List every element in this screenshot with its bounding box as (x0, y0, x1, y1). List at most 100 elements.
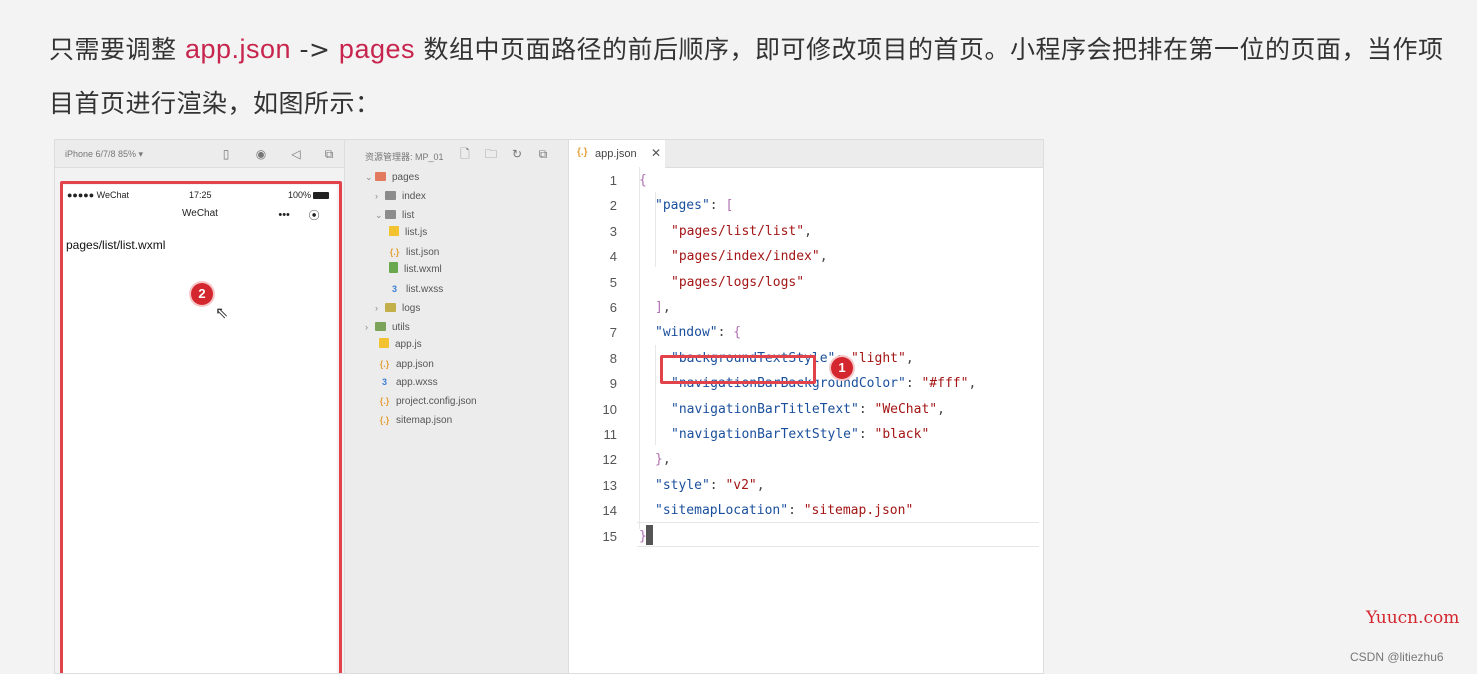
tree-item-list-wxss[interactable]: 3 list.wxss (389, 281, 443, 297)
tree-item-logs[interactable]: › logs (375, 300, 420, 316)
intro-code-pages: pages (338, 34, 415, 64)
signal-carrier: ●●●●● WeChat (67, 190, 130, 200)
tree-item-app-js[interactable]: app.js (379, 337, 422, 353)
watermark: Yuucn.com (1366, 608, 1460, 628)
tab-app-json[interactable]: {.} app.json ✕ (569, 140, 665, 168)
new-folder-icon[interactable]: 🗀 (483, 146, 499, 162)
tree-item-label: app.json (396, 359, 434, 370)
close-circle-icon[interactable]: ⦿ (309, 207, 320, 223)
device-selector[interactable]: iPhone 6/7/8 85% ▾ (65, 149, 143, 160)
chevron-icon[interactable]: ⌄ (375, 207, 385, 223)
code-text: "pages/logs/logs" (671, 270, 804, 295)
line-number: 3 (609, 223, 617, 239)
explorer-header: 资源管理器: MP_01 🗋 🗀 ↻ ⧉ (345, 140, 568, 168)
js-icon (379, 338, 389, 348)
code-token: ] (655, 300, 663, 315)
code-token: : (717, 325, 734, 341)
wxml-icon (389, 262, 398, 273)
chevron-icon[interactable]: ⌄ (365, 169, 375, 185)
chevron-icon[interactable]: › (375, 188, 385, 204)
code-line: 10 "navigationBarTitleText": "WeChat", (569, 397, 1043, 422)
code-line: 13 "style": "v2", (569, 473, 1043, 498)
record-icon[interactable]: ◉ (253, 146, 269, 162)
tree-item-label: list.json (406, 247, 440, 258)
line-number: 15 (602, 528, 617, 544)
tree-item-utils[interactable]: › utils (365, 319, 410, 335)
code-token: "window" (655, 325, 718, 341)
code-line: 12}, (569, 447, 1043, 472)
phone-icon[interactable]: ▯ (218, 146, 234, 162)
code-text: "sitemapLocation": "sitemap.json" (655, 498, 913, 523)
chevron-icon[interactable]: › (375, 300, 385, 316)
line-number: 13 (602, 477, 617, 493)
new-file-icon[interactable]: 🗋 (457, 146, 473, 162)
tree-item-list-js[interactable]: list.js (389, 225, 427, 241)
folder-icon (385, 210, 396, 219)
code-text: "pages/index/index", (671, 244, 828, 269)
wxss-icon: 3 (391, 284, 397, 294)
window-icon[interactable]: ⧉ (321, 146, 337, 162)
code-line: 7 "window": { (569, 320, 1043, 345)
code-line: 1{ (569, 168, 1043, 193)
code-line: 4 "pages/index/index", (569, 244, 1043, 269)
line-number: 5 (609, 274, 617, 290)
status-bar: ●●●●● WeChat 17:25 100% (63, 185, 337, 203)
code-token: , (662, 452, 671, 468)
tree-item-pages[interactable]: ⌄ pages (365, 169, 419, 185)
code-text: "pages/list/list", (671, 219, 812, 244)
line-number: 1 (609, 173, 617, 188)
tree-item-label: list.wxml (404, 264, 442, 275)
tree-item-label: sitemap.json (396, 415, 453, 426)
code-token: , (905, 350, 914, 366)
line-number: 11 (603, 427, 618, 442)
code-token: "pages" (655, 198, 710, 214)
code-token: } (655, 452, 663, 468)
status-time: 17:25 (189, 190, 212, 200)
tree-item-project-config-json[interactable]: {.} project.config.json (379, 393, 477, 409)
tree-item-index[interactable]: › index (375, 188, 426, 204)
code-token: "navigationBarTitleText" (671, 401, 859, 417)
speaker-icon[interactable]: ◁ (288, 146, 304, 162)
annotation-badge-1: 1 (831, 357, 853, 379)
collapse-icon[interactable]: ⧉ (535, 146, 551, 162)
code-token: "WeChat" (874, 401, 938, 417)
folder-icon (385, 191, 396, 200)
line-number: 2 (609, 198, 617, 214)
page-content-text: pages/list/list.wxml (66, 238, 166, 252)
js-icon (389, 226, 399, 236)
mouse-cursor-icon: ⇖ (215, 305, 229, 322)
close-icon[interactable]: ✕ (651, 146, 661, 160)
code-token: "style" (655, 477, 710, 493)
folder-green-icon (375, 322, 386, 331)
battery-percent: 100% (287, 190, 311, 200)
tree-item-list[interactable]: ⌄ list (375, 207, 414, 223)
code-token: "v2" (725, 477, 757, 493)
refresh-icon[interactable]: ↻ (509, 146, 525, 162)
tab-label: app.json (595, 148, 637, 160)
tree-item-list-json[interactable]: {.} list.json (389, 244, 440, 260)
code-text: "window": { (655, 320, 741, 345)
tree-item-app-json[interactable]: {.} app.json (379, 356, 434, 372)
menu-capsule[interactable]: ••• ⦿ (269, 204, 329, 226)
chevron-icon[interactable]: › (365, 319, 375, 335)
code-line: 2 "pages": [ (569, 193, 1043, 218)
tree-item-label: app.wxss (396, 377, 438, 388)
editor-tab-bar: {.} app.json ✕ (569, 140, 1043, 168)
code-token: : (905, 376, 922, 392)
line-number: 10 (602, 401, 617, 417)
json-icon: {.} (379, 415, 390, 425)
tree-item-list-wxml[interactable]: list.wxml (389, 262, 442, 278)
code-token: : (709, 477, 726, 493)
code-token: : (858, 401, 875, 417)
more-icon[interactable]: ••• (278, 209, 290, 221)
code-text: "style": "v2", (655, 473, 765, 498)
intro-paragraph: 只需要调整 app.json -> pages 数组中页面路径的前后顺序，即可修… (49, 22, 1464, 131)
code-text: "pages": [ (655, 193, 733, 218)
tree-item-app-wxss[interactable]: 3 app.wxss (379, 374, 438, 390)
devtools-screenshot: iPhone 6/7/8 85% ▾ ▯ ◉ ◁ ⧉ ●●●●● WeChat … (54, 139, 1044, 674)
code-line: 5 "pages/logs/logs" (569, 270, 1043, 295)
tree-item-sitemap-json[interactable]: {.} sitemap.json (379, 412, 452, 428)
code-token: : (709, 198, 726, 214)
annotation-badge-2: 2 (191, 283, 213, 305)
code-token: "sitemapLocation" (655, 503, 789, 519)
